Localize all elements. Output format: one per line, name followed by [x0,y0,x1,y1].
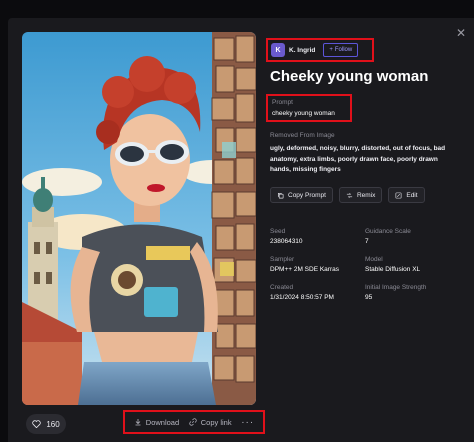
prompt-section: Prompt cheeky young woman [266,94,352,122]
more-options-button[interactable]: ··· [241,417,254,428]
guidance-field: Guidance Scale 7 [365,228,460,256]
download-button[interactable]: Download [134,418,179,427]
copy-prompt-label: Copy Prompt [288,191,326,199]
link-icon [189,418,197,426]
seed-label: Seed [270,228,286,235]
generation-metadata: Seed 238064310 Guidance Scale 7 Sampler … [270,228,460,312]
follow-button[interactable]: + Follow [323,43,359,57]
image-actions: Download Copy link ··· [123,410,265,434]
prompt-label: Prompt [272,99,293,106]
seed-field: Seed 238064310 [270,228,365,256]
generated-image[interactable] [22,32,256,405]
edit-button[interactable]: Edit [388,187,425,203]
removed-text: ugly, deformed, noisy, blurry, distorted… [270,145,446,173]
close-icon[interactable]: ✕ [454,26,468,40]
remix-icon [346,192,353,198]
guidance-value: 7 [365,238,369,245]
copy-icon [277,192,284,198]
guidance-label: Guidance Scale [365,228,411,235]
model-value: Stable Diffusion XL [365,266,421,273]
download-icon [135,419,141,426]
edit-label: Edit [406,191,418,199]
download-label: Download [145,417,180,427]
copy-prompt-button[interactable]: Copy Prompt [270,187,333,203]
author-row: K K. Ingrid + Follow [266,38,374,62]
copy-link-button[interactable]: Copy link [189,418,232,427]
seed-value: 238064310 [270,238,303,245]
strength-field: Initial Image Strength 95 [365,284,460,312]
like-button[interactable]: 160 [26,414,66,434]
prompt-actions: Copy Prompt Remix Edit [270,187,425,203]
username[interactable]: K. Ingrid [289,47,315,54]
image-action-bar: 160 Download Copy link ··· [8,408,474,442]
strength-label: Initial Image Strength [365,284,427,291]
model-field: Model Stable Diffusion XL [365,256,460,284]
prompt-text: cheeky young woman [272,110,335,117]
like-count: 160 [46,419,60,429]
sampler-field: Sampler DPM++ 2M SDE Karras [270,256,365,284]
avatar[interactable]: K [271,43,285,57]
follow-label: Follow [334,47,353,53]
created-label: Created [270,284,294,291]
strength-value: 95 [365,294,373,301]
created-field: Created 1/31/2024 8:50:57 PM [270,284,365,312]
plus-icon: + [329,47,333,53]
model-label: Model [365,256,383,263]
remix-label: Remix [356,191,376,199]
heart-icon [32,420,42,428]
page-title: Cheeky young woman [270,68,429,85]
created-value: 1/31/2024 8:50:57 PM [270,294,334,301]
copy-link-label: Copy link [200,417,232,427]
edit-icon [395,192,402,198]
removed-label: Removed From Image [270,132,335,139]
sampler-label: Sampler [270,256,295,263]
sampler-value: DPM++ 2M SDE Karras [270,266,339,273]
remix-button[interactable]: Remix [338,187,383,203]
